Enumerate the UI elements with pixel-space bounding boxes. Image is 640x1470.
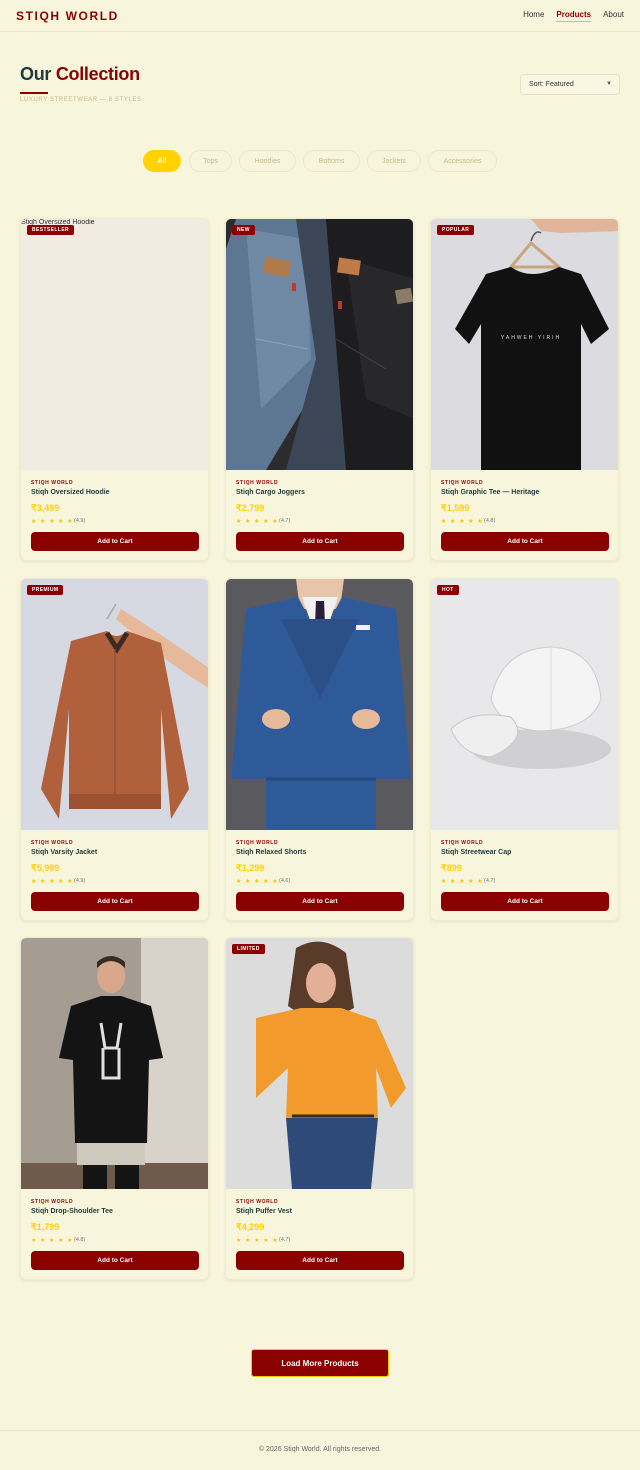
brand-logo[interactable]: STIQH WORLD	[16, 9, 119, 23]
product-card[interactable]: PREMIUM STIQH WORLD Stiqh Varsity Jacket…	[20, 578, 209, 921]
product-image[interactable]	[226, 938, 413, 1189]
filter-chip-jackets[interactable]: Jackets	[367, 150, 421, 172]
page-subtitle: LUXURY STREETWEAR — 8 STYLES	[20, 97, 142, 103]
product-card[interactable]: HOT STIQH WORLD Stiqh Streetwear Cap ₹89…	[430, 578, 619, 921]
product-price: ₹899	[441, 863, 462, 873]
product-price: ₹2,799	[236, 503, 265, 513]
tee-print-text: YAHWEH YIRIH	[501, 335, 561, 341]
product-price: ₹3,499	[31, 503, 60, 513]
product-name[interactable]: Stiqh Streetwear Cap	[441, 849, 511, 856]
product-badge: NEW	[232, 225, 255, 235]
product-brand: STIQH WORLD	[31, 480, 74, 486]
rating-value: (4.7)	[279, 518, 291, 524]
star-rating-icon: ★ ★ ★ ★ ★	[441, 519, 484, 525]
product-name[interactable]: Stiqh Oversized Hoodie	[31, 489, 110, 496]
product-badge: PREMIUM	[27, 585, 64, 595]
product-brand: STIQH WORLD	[236, 840, 279, 846]
product-name[interactable]: Stiqh Relaxed Shorts	[236, 849, 306, 856]
product-image[interactable]	[21, 938, 208, 1189]
product-card[interactable]: STIQH WORLD Stiqh Drop-Shoulder Tee ₹1,7…	[20, 937, 209, 1280]
nav-link-home[interactable]: Home	[523, 10, 544, 22]
filter-chip-bottoms[interactable]: Bottoms	[303, 150, 360, 172]
rating-value: (4.8)	[74, 1237, 86, 1243]
product-image[interactable]: Stiqh Oversized Hoodie	[21, 219, 208, 470]
product-name[interactable]: Stiqh Varsity Jacket	[31, 849, 97, 856]
product-card[interactable]: LIMITED STIQH WORLD Stiqh Puffer Vest ₹4…	[225, 937, 414, 1280]
page-title-part1: Our	[20, 64, 52, 84]
product-brand: STIQH WORLD	[441, 840, 484, 846]
nav-links: Home Products About	[523, 10, 624, 22]
product-image[interactable]: YAHWEH YIRIH	[431, 219, 618, 470]
product-brand: STIQH WORLD	[236, 1199, 279, 1205]
star-rating-icon: ★ ★ ★ ★ ★	[441, 879, 484, 885]
product-price: ₹1,599	[441, 503, 470, 513]
add-to-cart-button[interactable]: Add to Cart	[236, 1251, 404, 1270]
star-rating-icon: ★ ★ ★ ★ ★	[236, 519, 279, 525]
filter-chip-hoodies[interactable]: Hoodies	[239, 150, 296, 172]
rating-value: (4.7)	[484, 878, 496, 884]
rating-value: (4.8)	[484, 518, 496, 524]
nav-link-products[interactable]: Products	[556, 10, 592, 22]
footer-copyright: © 2026 Stiqh World. All rights reserved.	[258, 1446, 382, 1453]
nav-link-about[interactable]: About	[603, 10, 624, 22]
star-rating-icon: ★ ★ ★ ★ ★	[31, 1238, 74, 1244]
product-image[interactable]	[21, 579, 208, 830]
rating-value: (4.9)	[74, 518, 86, 524]
add-to-cart-button[interactable]: Add to Cart	[31, 532, 199, 551]
product-price: ₹1,799	[31, 1222, 60, 1232]
footer: © 2026 Stiqh World. All rights reserved.	[0, 1430, 640, 1470]
product-price: ₹4,299	[236, 1222, 265, 1232]
product-name[interactable]: Stiqh Graphic Tee — Heritage	[441, 489, 539, 496]
title-underline	[20, 92, 48, 94]
add-to-cart-button[interactable]: Add to Cart	[236, 892, 404, 911]
product-brand: STIQH WORLD	[236, 480, 279, 486]
product-brand: STIQH WORLD	[441, 480, 484, 486]
product-price: ₹1,299	[236, 863, 265, 873]
add-to-cart-button[interactable]: Add to Cart	[441, 532, 609, 551]
add-to-cart-button[interactable]: Add to Cart	[31, 892, 199, 911]
product-image[interactable]	[226, 579, 413, 830]
rating-value: (4.6)	[279, 878, 291, 884]
star-rating-icon: ★ ★ ★ ★ ★	[236, 879, 279, 885]
chevron-down-icon: ▼	[606, 81, 612, 87]
product-image[interactable]	[226, 219, 413, 470]
product-badge: HOT	[437, 585, 459, 595]
product-name[interactable]: Stiqh Puffer Vest	[236, 1208, 292, 1215]
product-card[interactable]: YAHWEH YIRIH POPULAR STIQH WORLD Stiqh G…	[430, 218, 619, 561]
product-image[interactable]	[431, 579, 618, 830]
filter-chips: All Tops Hoodies Bottoms Jackets Accesso…	[0, 150, 640, 172]
filter-chip-accessories[interactable]: Accessories	[428, 150, 497, 172]
sort-select-value: Sort: Featured	[529, 81, 574, 88]
add-to-cart-button[interactable]: Add to Cart	[236, 532, 404, 551]
star-rating-icon: ★ ★ ★ ★ ★	[236, 1238, 279, 1244]
product-name[interactable]: Stiqh Cargo Joggers	[236, 489, 305, 496]
add-to-cart-button[interactable]: Add to Cart	[31, 1251, 199, 1270]
product-name[interactable]: Stiqh Drop-Shoulder Tee	[31, 1208, 113, 1215]
load-more-button[interactable]: Load More Products	[251, 1349, 389, 1377]
product-badge: LIMITED	[232, 944, 265, 954]
rating-value: (4.9)	[74, 878, 86, 884]
product-card[interactable]: STIQH WORLD Stiqh Relaxed Shorts ₹1,299 …	[225, 578, 414, 921]
product-badge: BESTSELLER	[27, 225, 75, 235]
sort-select[interactable]: Sort: Featured ▼	[520, 74, 620, 95]
page-title: Our Collection	[20, 64, 140, 85]
product-badge: POPULAR	[437, 225, 475, 235]
star-rating-icon: ★ ★ ★ ★ ★	[31, 519, 74, 525]
product-card[interactable]: NEW STIQH WORLD Stiqh Cargo Joggers ₹2,7…	[225, 218, 414, 561]
page-title-part2: Collection	[55, 64, 140, 84]
rating-value: (4.7)	[279, 1237, 291, 1243]
product-price: ₹5,999	[31, 863, 60, 873]
filter-chip-all[interactable]: All	[143, 150, 181, 172]
star-rating-icon: ★ ★ ★ ★ ★	[31, 879, 74, 885]
add-to-cart-button[interactable]: Add to Cart	[441, 892, 609, 911]
product-card[interactable]: Stiqh Oversized Hoodie BESTSELLER STIQH …	[20, 218, 209, 561]
product-brand: STIQH WORLD	[31, 1199, 74, 1205]
product-brand: STIQH WORLD	[31, 840, 74, 846]
top-nav: STIQH WORLD Home Products About	[0, 0, 640, 32]
filter-chip-tops[interactable]: Tops	[189, 150, 232, 172]
